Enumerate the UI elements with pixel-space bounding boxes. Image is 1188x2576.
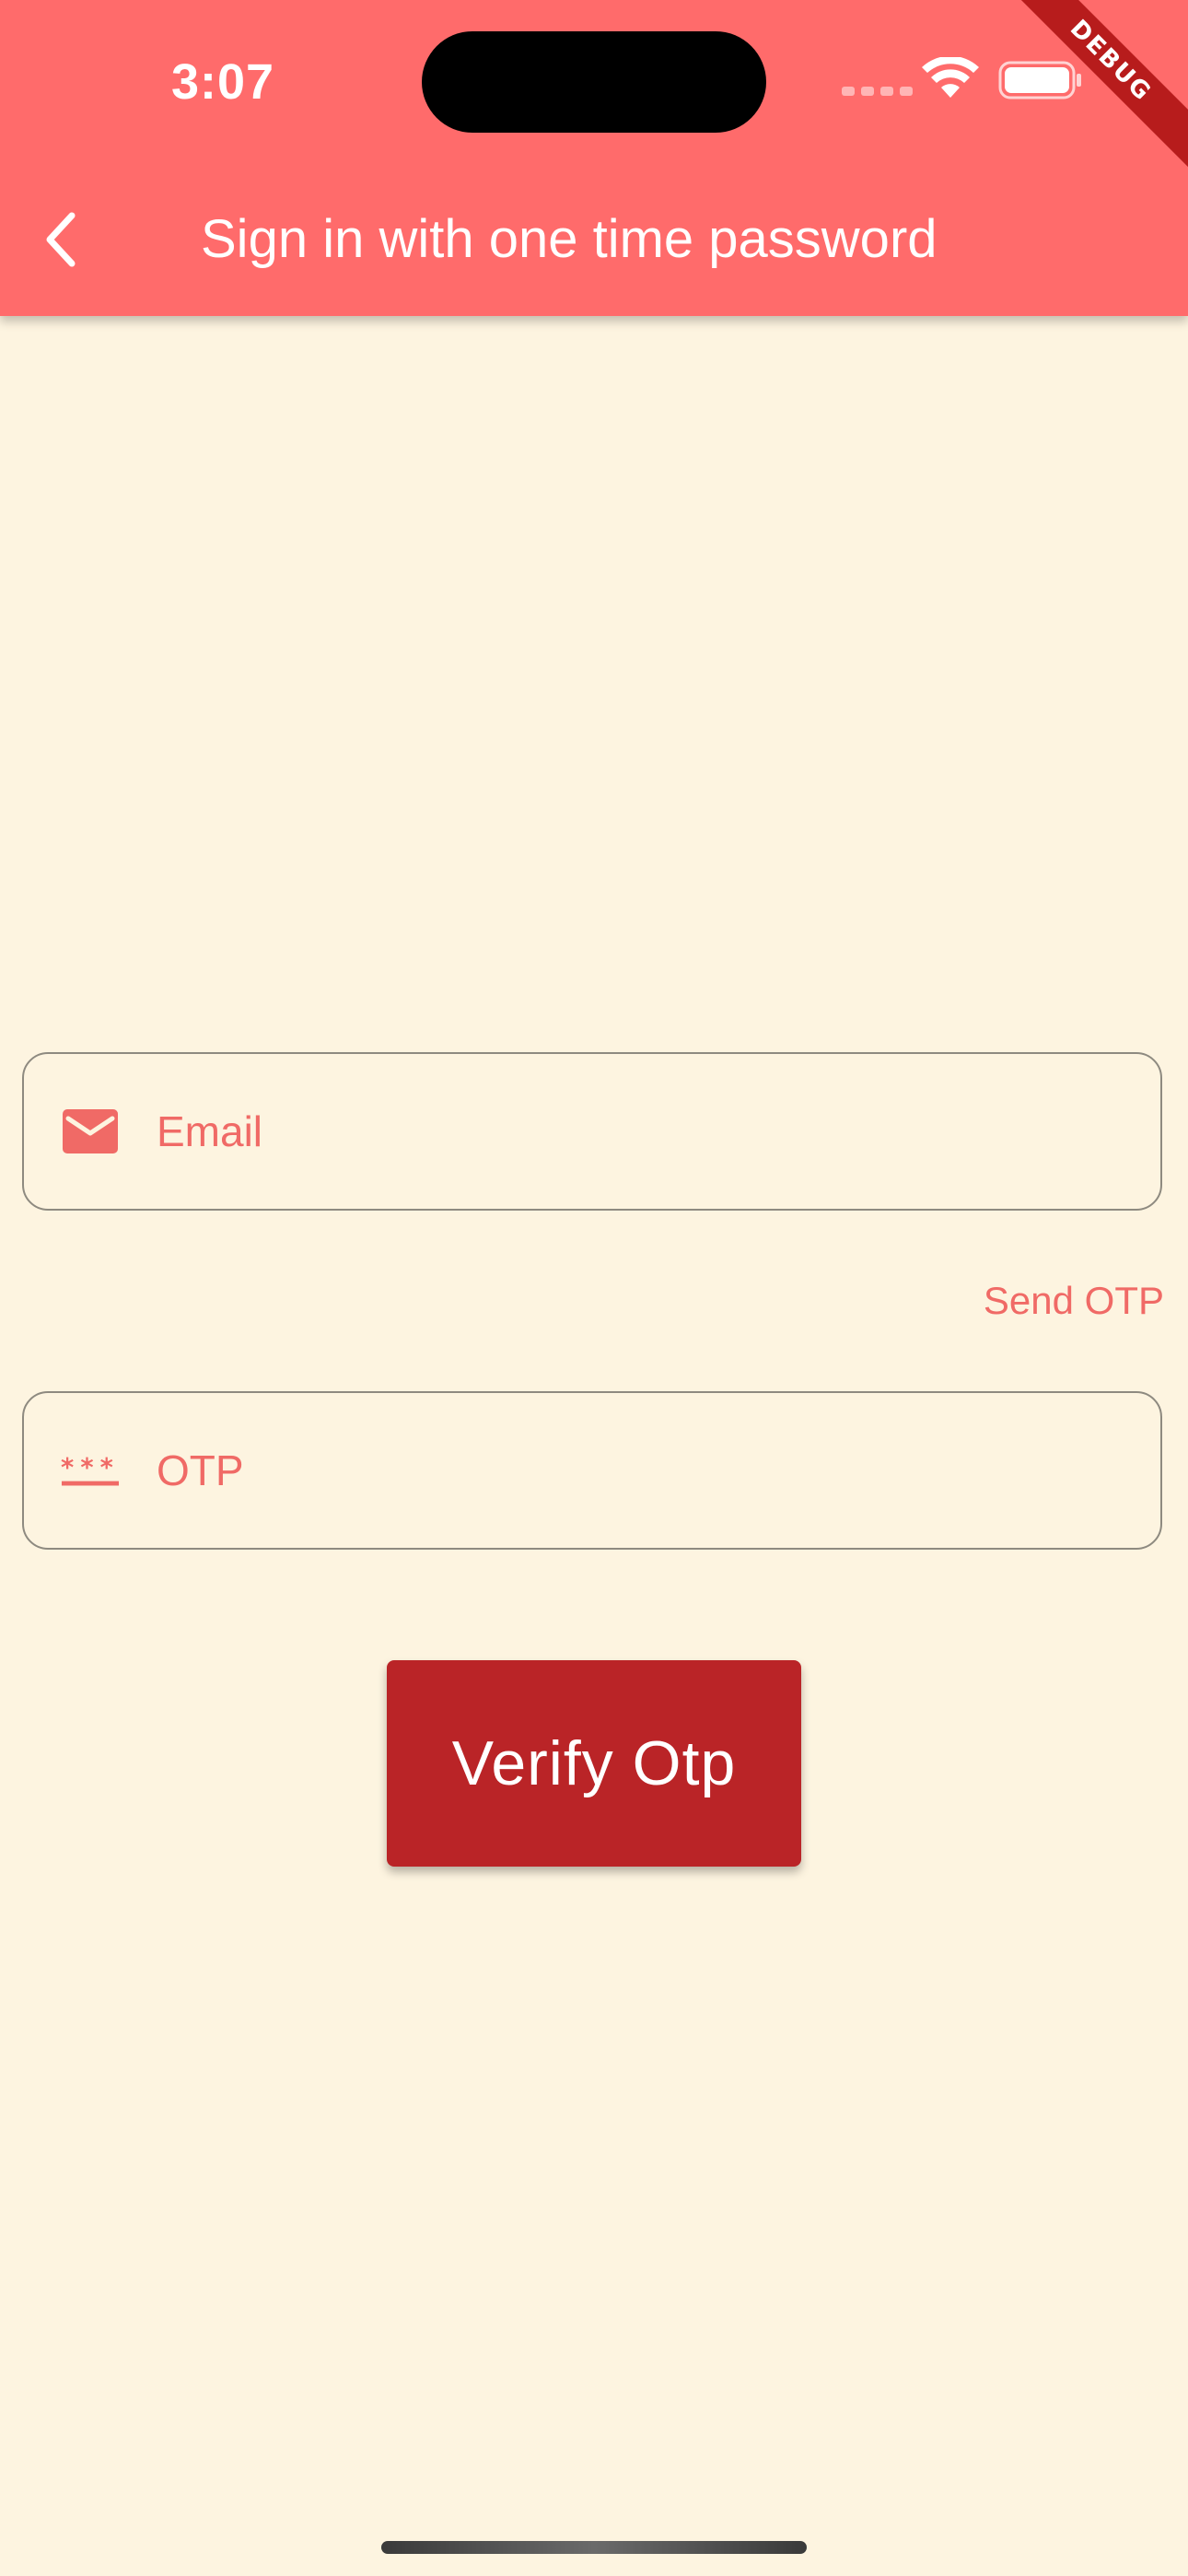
- otp-label: OTP: [157, 1446, 244, 1494]
- page-title: Sign in with one time password: [201, 209, 938, 269]
- svg-text:*: *: [61, 1454, 74, 1482]
- home-indicator[interactable]: [381, 2541, 807, 2554]
- battery-icon: [998, 61, 1081, 100]
- chevron-left-icon: [46, 212, 76, 267]
- svg-text:*: *: [100, 1454, 113, 1482]
- app-bar: 3:07 Sign in with one time password: [0, 0, 1188, 316]
- email-field[interactable]: Email: [22, 1052, 1162, 1211]
- status-time: 3:07: [171, 54, 275, 110]
- password-dots-icon: * * *: [61, 1441, 120, 1500]
- svg-text:*: *: [80, 1454, 93, 1482]
- verify-otp-button[interactable]: Verify Otp: [387, 1660, 801, 1867]
- mail-icon: [61, 1102, 120, 1161]
- otp-field[interactable]: * * * OTP: [22, 1391, 1162, 1550]
- wifi-icon: [922, 57, 979, 98]
- dynamic-island: [422, 31, 766, 133]
- email-label: Email: [157, 1107, 263, 1155]
- send-otp-button[interactable]: Send OTP: [984, 1279, 1164, 1323]
- back-button[interactable]: [28, 201, 94, 278]
- cellular-signal-icon: [842, 87, 913, 96]
